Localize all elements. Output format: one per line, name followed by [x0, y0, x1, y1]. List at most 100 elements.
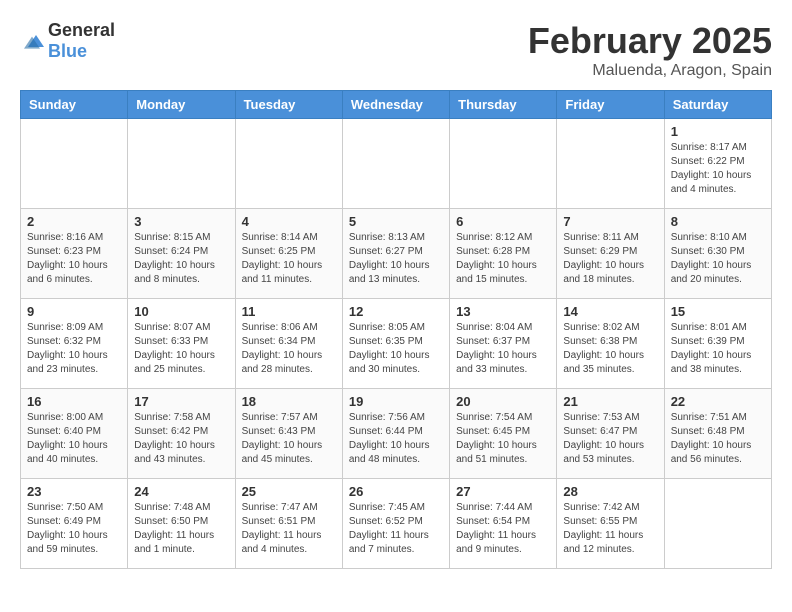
calendar-header-wednesday: Wednesday — [342, 91, 449, 119]
day-info: Sunrise: 7:51 AM Sunset: 6:48 PM Dayligh… — [671, 411, 765, 467]
day-number: 4 — [242, 214, 336, 229]
day-info: Sunrise: 8:04 AM Sunset: 6:37 PM Dayligh… — [456, 321, 550, 377]
day-number: 18 — [242, 394, 336, 409]
calendar-cell: 15 Sunrise: 8:01 AM Sunset: 6:39 PM Dayli… — [664, 299, 771, 389]
day-number: 9 — [27, 304, 121, 319]
day-info: Sunrise: 7:57 AM Sunset: 6:43 PM Dayligh… — [242, 411, 336, 467]
calendar-cell: 3 Sunrise: 8:15 AM Sunset: 6:24 PM Daylig… — [128, 209, 235, 299]
day-info: Sunrise: 7:45 AM Sunset: 6:52 PM Dayligh… — [349, 501, 443, 557]
calendar-cell: 19 Sunrise: 7:56 AM Sunset: 6:44 PM Dayli… — [342, 389, 449, 479]
day-info: Sunrise: 7:53 AM Sunset: 6:47 PM Dayligh… — [563, 411, 657, 467]
day-info: Sunrise: 8:14 AM Sunset: 6:25 PM Dayligh… — [242, 231, 336, 287]
calendar-week-2: 2 Sunrise: 8:16 AM Sunset: 6:23 PM Daylig… — [21, 209, 772, 299]
day-info: Sunrise: 8:07 AM Sunset: 6:33 PM Dayligh… — [134, 321, 228, 377]
page-title: February 2025 — [528, 20, 772, 62]
day-info: Sunrise: 7:54 AM Sunset: 6:45 PM Dayligh… — [456, 411, 550, 467]
day-info: Sunrise: 8:02 AM Sunset: 6:38 PM Dayligh… — [563, 321, 657, 377]
day-number: 15 — [671, 304, 765, 319]
day-number: 10 — [134, 304, 228, 319]
day-info: Sunrise: 8:05 AM Sunset: 6:35 PM Dayligh… — [349, 321, 443, 377]
calendar-cell: 8 Sunrise: 8:10 AM Sunset: 6:30 PM Daylig… — [664, 209, 771, 299]
day-number: 14 — [563, 304, 657, 319]
day-info: Sunrise: 7:56 AM Sunset: 6:44 PM Dayligh… — [349, 411, 443, 467]
day-info: Sunrise: 7:47 AM Sunset: 6:51 PM Dayligh… — [242, 501, 336, 557]
calendar-cell: 27Sunrise: 7:44 AM Sunset: 6:54 PM Dayli… — [450, 479, 557, 569]
calendar-cell — [664, 479, 771, 569]
calendar-cell: 2 Sunrise: 8:16 AM Sunset: 6:23 PM Daylig… — [21, 209, 128, 299]
day-number: 11 — [242, 304, 336, 319]
calendar-cell: 23 Sunrise: 7:50 AM Sunset: 6:49 PM Dayli… — [21, 479, 128, 569]
calendar-cell: 10 Sunrise: 8:07 AM Sunset: 6:33 PM Dayli… — [128, 299, 235, 389]
calendar-cell — [342, 119, 449, 209]
calendar-cell — [21, 119, 128, 209]
calendar-cell: 20 Sunrise: 7:54 AM Sunset: 6:45 PM Dayli… — [450, 389, 557, 479]
day-number: 1 — [671, 124, 765, 139]
day-number: 8 — [671, 214, 765, 229]
calendar-cell: 22 Sunrise: 7:51 AM Sunset: 6:48 PM Dayli… — [664, 389, 771, 479]
calendar-cell: 4 Sunrise: 8:14 AM Sunset: 6:25 PM Daylig… — [235, 209, 342, 299]
day-number: 2 — [27, 214, 121, 229]
calendar-cell: 14 Sunrise: 8:02 AM Sunset: 6:38 PM Dayli… — [557, 299, 664, 389]
day-info: Sunrise: 8:00 AM Sunset: 6:40 PM Dayligh… — [27, 411, 121, 467]
title-section: February 2025 Maluenda, Aragon, Spain — [528, 20, 772, 80]
day-number: 24 — [134, 484, 228, 499]
calendar-cell: 12 Sunrise: 8:05 AM Sunset: 6:35 PM Dayli… — [342, 299, 449, 389]
day-number: 23 — [27, 484, 121, 499]
calendar-cell: 6 Sunrise: 8:12 AM Sunset: 6:28 PM Daylig… — [450, 209, 557, 299]
day-number: 6 — [456, 214, 550, 229]
calendar-week-3: 9 Sunrise: 8:09 AM Sunset: 6:32 PM Daylig… — [21, 299, 772, 389]
day-number: 3 — [134, 214, 228, 229]
day-info: Sunrise: 8:10 AM Sunset: 6:30 PM Dayligh… — [671, 231, 765, 287]
calendar-cell — [450, 119, 557, 209]
calendar-cell: 5 Sunrise: 8:13 AM Sunset: 6:27 PM Daylig… — [342, 209, 449, 299]
calendar-cell: 1Sunrise: 8:17 AM Sunset: 6:22 PM Daylig… — [664, 119, 771, 209]
day-info: Sunrise: 8:12 AM Sunset: 6:28 PM Dayligh… — [456, 231, 550, 287]
day-number: 19 — [349, 394, 443, 409]
day-info: Sunrise: 7:58 AM Sunset: 6:42 PM Dayligh… — [134, 411, 228, 467]
calendar-cell: 16Sunrise: 8:00 AM Sunset: 6:40 PM Dayli… — [21, 389, 128, 479]
logo-icon — [20, 31, 44, 51]
day-info: Sunrise: 8:15 AM Sunset: 6:24 PM Dayligh… — [134, 231, 228, 287]
day-number: 5 — [349, 214, 443, 229]
day-number: 7 — [563, 214, 657, 229]
calendar-cell: 11Sunrise: 8:06 AM Sunset: 6:34 PM Dayli… — [235, 299, 342, 389]
calendar-header-sunday: Sunday — [21, 91, 128, 119]
calendar-cell: 18 Sunrise: 7:57 AM Sunset: 6:43 PM Dayli… — [235, 389, 342, 479]
calendar-cell: 9 Sunrise: 8:09 AM Sunset: 6:32 PM Daylig… — [21, 299, 128, 389]
calendar-cell — [235, 119, 342, 209]
calendar-header-monday: Monday — [128, 91, 235, 119]
day-number: 21 — [563, 394, 657, 409]
calendar-week-4: 16Sunrise: 8:00 AM Sunset: 6:40 PM Dayli… — [21, 389, 772, 479]
calendar-cell — [128, 119, 235, 209]
day-info: Sunrise: 8:13 AM Sunset: 6:27 PM Dayligh… — [349, 231, 443, 287]
day-number: 20 — [456, 394, 550, 409]
logo-blue: Blue — [48, 41, 87, 61]
day-info: Sunrise: 7:42 AM Sunset: 6:55 PM Dayligh… — [563, 501, 657, 557]
day-info: Sunrise: 7:50 AM Sunset: 6:49 PM Dayligh… — [27, 501, 121, 557]
calendar-cell: 13 Sunrise: 8:04 AM Sunset: 6:37 PM Dayli… — [450, 299, 557, 389]
day-info: Sunrise: 8:16 AM Sunset: 6:23 PM Dayligh… — [27, 231, 121, 287]
header: General Blue February 2025 Maluenda, Ara… — [20, 20, 772, 80]
calendar-header-row: SundayMondayTuesdayWednesdayThursdayFrid… — [21, 91, 772, 119]
day-number: 22 — [671, 394, 765, 409]
page-subtitle: Maluenda, Aragon, Spain — [528, 62, 772, 80]
day-number: 26 — [349, 484, 443, 499]
logo-text: General Blue — [48, 20, 115, 62]
calendar-header-thursday: Thursday — [450, 91, 557, 119]
day-info: Sunrise: 7:44 AM Sunset: 6:54 PM Dayligh… — [456, 501, 550, 557]
day-info: Sunrise: 8:09 AM Sunset: 6:32 PM Dayligh… — [27, 321, 121, 377]
day-number: 12 — [349, 304, 443, 319]
day-info: Sunrise: 8:11 AM Sunset: 6:29 PM Dayligh… — [563, 231, 657, 287]
day-number: 13 — [456, 304, 550, 319]
calendar-cell: 28 Sunrise: 7:42 AM Sunset: 6:55 PM Dayli… — [557, 479, 664, 569]
day-info: Sunrise: 8:01 AM Sunset: 6:39 PM Dayligh… — [671, 321, 765, 377]
calendar-header-tuesday: Tuesday — [235, 91, 342, 119]
day-number: 28 — [563, 484, 657, 499]
calendar-cell: 25Sunrise: 7:47 AM Sunset: 6:51 PM Dayli… — [235, 479, 342, 569]
calendar-cell: 17 Sunrise: 7:58 AM Sunset: 6:42 PM Dayli… — [128, 389, 235, 479]
calendar-header-saturday: Saturday — [664, 91, 771, 119]
calendar-header-friday: Friday — [557, 91, 664, 119]
calendar-cell — [557, 119, 664, 209]
calendar-cell: 26 Sunrise: 7:45 AM Sunset: 6:52 PM Dayli… — [342, 479, 449, 569]
day-number: 17 — [134, 394, 228, 409]
